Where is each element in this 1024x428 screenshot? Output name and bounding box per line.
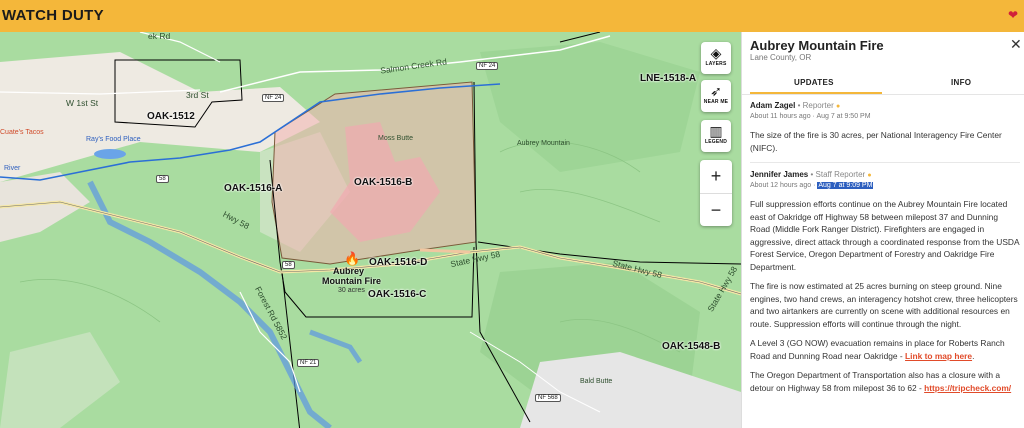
top-bar: WATCH DUTY ❤ [0,0,1024,32]
fire-title: Aubrey Mountain Fire [750,38,884,53]
shield-nf-24-b: NF 24 [262,94,285,102]
place-label-rays: Ray's Food Place [86,136,141,143]
map-link[interactable]: Link to map here [905,351,972,361]
update-text: The size of the fire is 30 acres, per Na… [750,130,1002,153]
shield-58-b: 58 [282,261,295,269]
author-role: Staff Reporter [815,170,866,179]
location-off-icon: ➶ [710,83,722,99]
map-icon: ▥ [709,123,723,139]
fire-size: 30 acres [338,287,365,294]
author-role: Reporter [802,101,834,110]
fire-name-line2[interactable]: Mountain Fire [322,276,381,286]
zoom-in-button[interactable]: + [700,160,732,194]
fire-location: Lane County, OR [750,53,812,62]
shield-nf-568: NF 568 [535,394,561,402]
shield-nf-24: NF 24 [476,62,499,70]
place-label-aubrey-mountain: Aubrey Mountain [517,140,570,147]
zone-label-oak-1548-b[interactable]: OAK-1548-B [662,341,720,352]
road-label-ck-rd: ek Rd [148,32,171,41]
shield-58: 58 [156,175,169,183]
zone-label-oak-1516-a[interactable]: OAK-1516-A [224,183,282,194]
close-icon[interactable]: ✕ [1010,36,1022,53]
active-tab-indicator [750,92,882,94]
zoom-control: + − [700,160,732,226]
fire-name-line1[interactable]: Aubrey [333,266,364,276]
place-label-moss-butte: Moss Butte [378,135,414,142]
road-label-w-1st: W 1st St [66,98,99,108]
relative-time: About 12 hours ago [750,182,812,189]
update-text: The Oregon Department of Transportation … [750,370,1012,393]
river-label: River [4,165,21,172]
heart-icon[interactable]: ❤ [1008,8,1018,22]
shield-nf-21: NF 21 [297,359,320,367]
tripcheck-link[interactable]: https://tripcheck.com/ [924,383,1011,393]
road-label-3rd: 3rd St [186,90,209,100]
closed-segment [419,248,471,254]
legend-button[interactable]: ▥ LEGEND [701,120,731,152]
fire-detail-panel: Aubrey Mountain Fire Lane County, OR ✕ U… [741,32,1024,428]
near-me-button[interactable]: ➶ NEAR ME [701,80,731,112]
zone-label-oak-1516-c[interactable]: OAK-1516-C [368,289,426,300]
update-entry: Jennifer James • Staff Reporter ● About … [750,170,1020,393]
author-name: Jennifer James [750,170,809,179]
verified-icon: ● [867,172,872,179]
update-text: The fire is now estimated at 25 acres bu… [750,281,1018,329]
map-svg [0,32,741,428]
update-text: Full suppression efforts continue on the… [750,199,1020,272]
verified-icon: ● [835,103,841,110]
place-label-tacos: Cuate's Tacos [0,129,44,136]
zone-label-oak-1516-d[interactable]: OAK-1516-D [369,257,427,268]
author-name: Adam Zagel [750,101,796,110]
update-entry: Adam Zagel • Reporter ● About 11 hours a… [750,101,1020,163]
zone-label-oak-1516-b[interactable]: OAK-1516-B [354,177,412,188]
fire-icon[interactable]: 🔥 [344,251,360,267]
pond [94,149,126,159]
absolute-time: Aug 7 at 9:09 PM [817,182,874,189]
layers-icon: ◈ [710,45,722,61]
panel-tabs: UPDATES INFO [742,74,1024,95]
place-label-bald-butte: Bald Butte [580,378,613,385]
map-canvas[interactable]: OAK-1512 OAK-1516-A OAK-1516-B OAK-1516-… [0,32,741,428]
layers-button[interactable]: ◈ LAYERS [701,42,731,74]
relative-time: About 11 hours ago [750,113,811,120]
update-text: A Level 3 (GO NOW) evacuation remains in… [750,338,1005,361]
updates-feed: Adam Zagel • Reporter ● About 11 hours a… [750,101,1020,409]
tab-updates[interactable]: UPDATES [794,78,834,87]
absolute-time: Aug 7 at 9:50 PM [816,113,871,120]
brand-logo[interactable]: WATCH DUTY [2,7,104,24]
zone-label-oak-1512[interactable]: OAK-1512 [147,111,195,122]
zone-label-lne-1518-a[interactable]: LNE-1518-A [640,73,696,84]
zoom-out-button[interactable]: − [700,194,732,227]
tab-info[interactable]: INFO [951,78,971,87]
